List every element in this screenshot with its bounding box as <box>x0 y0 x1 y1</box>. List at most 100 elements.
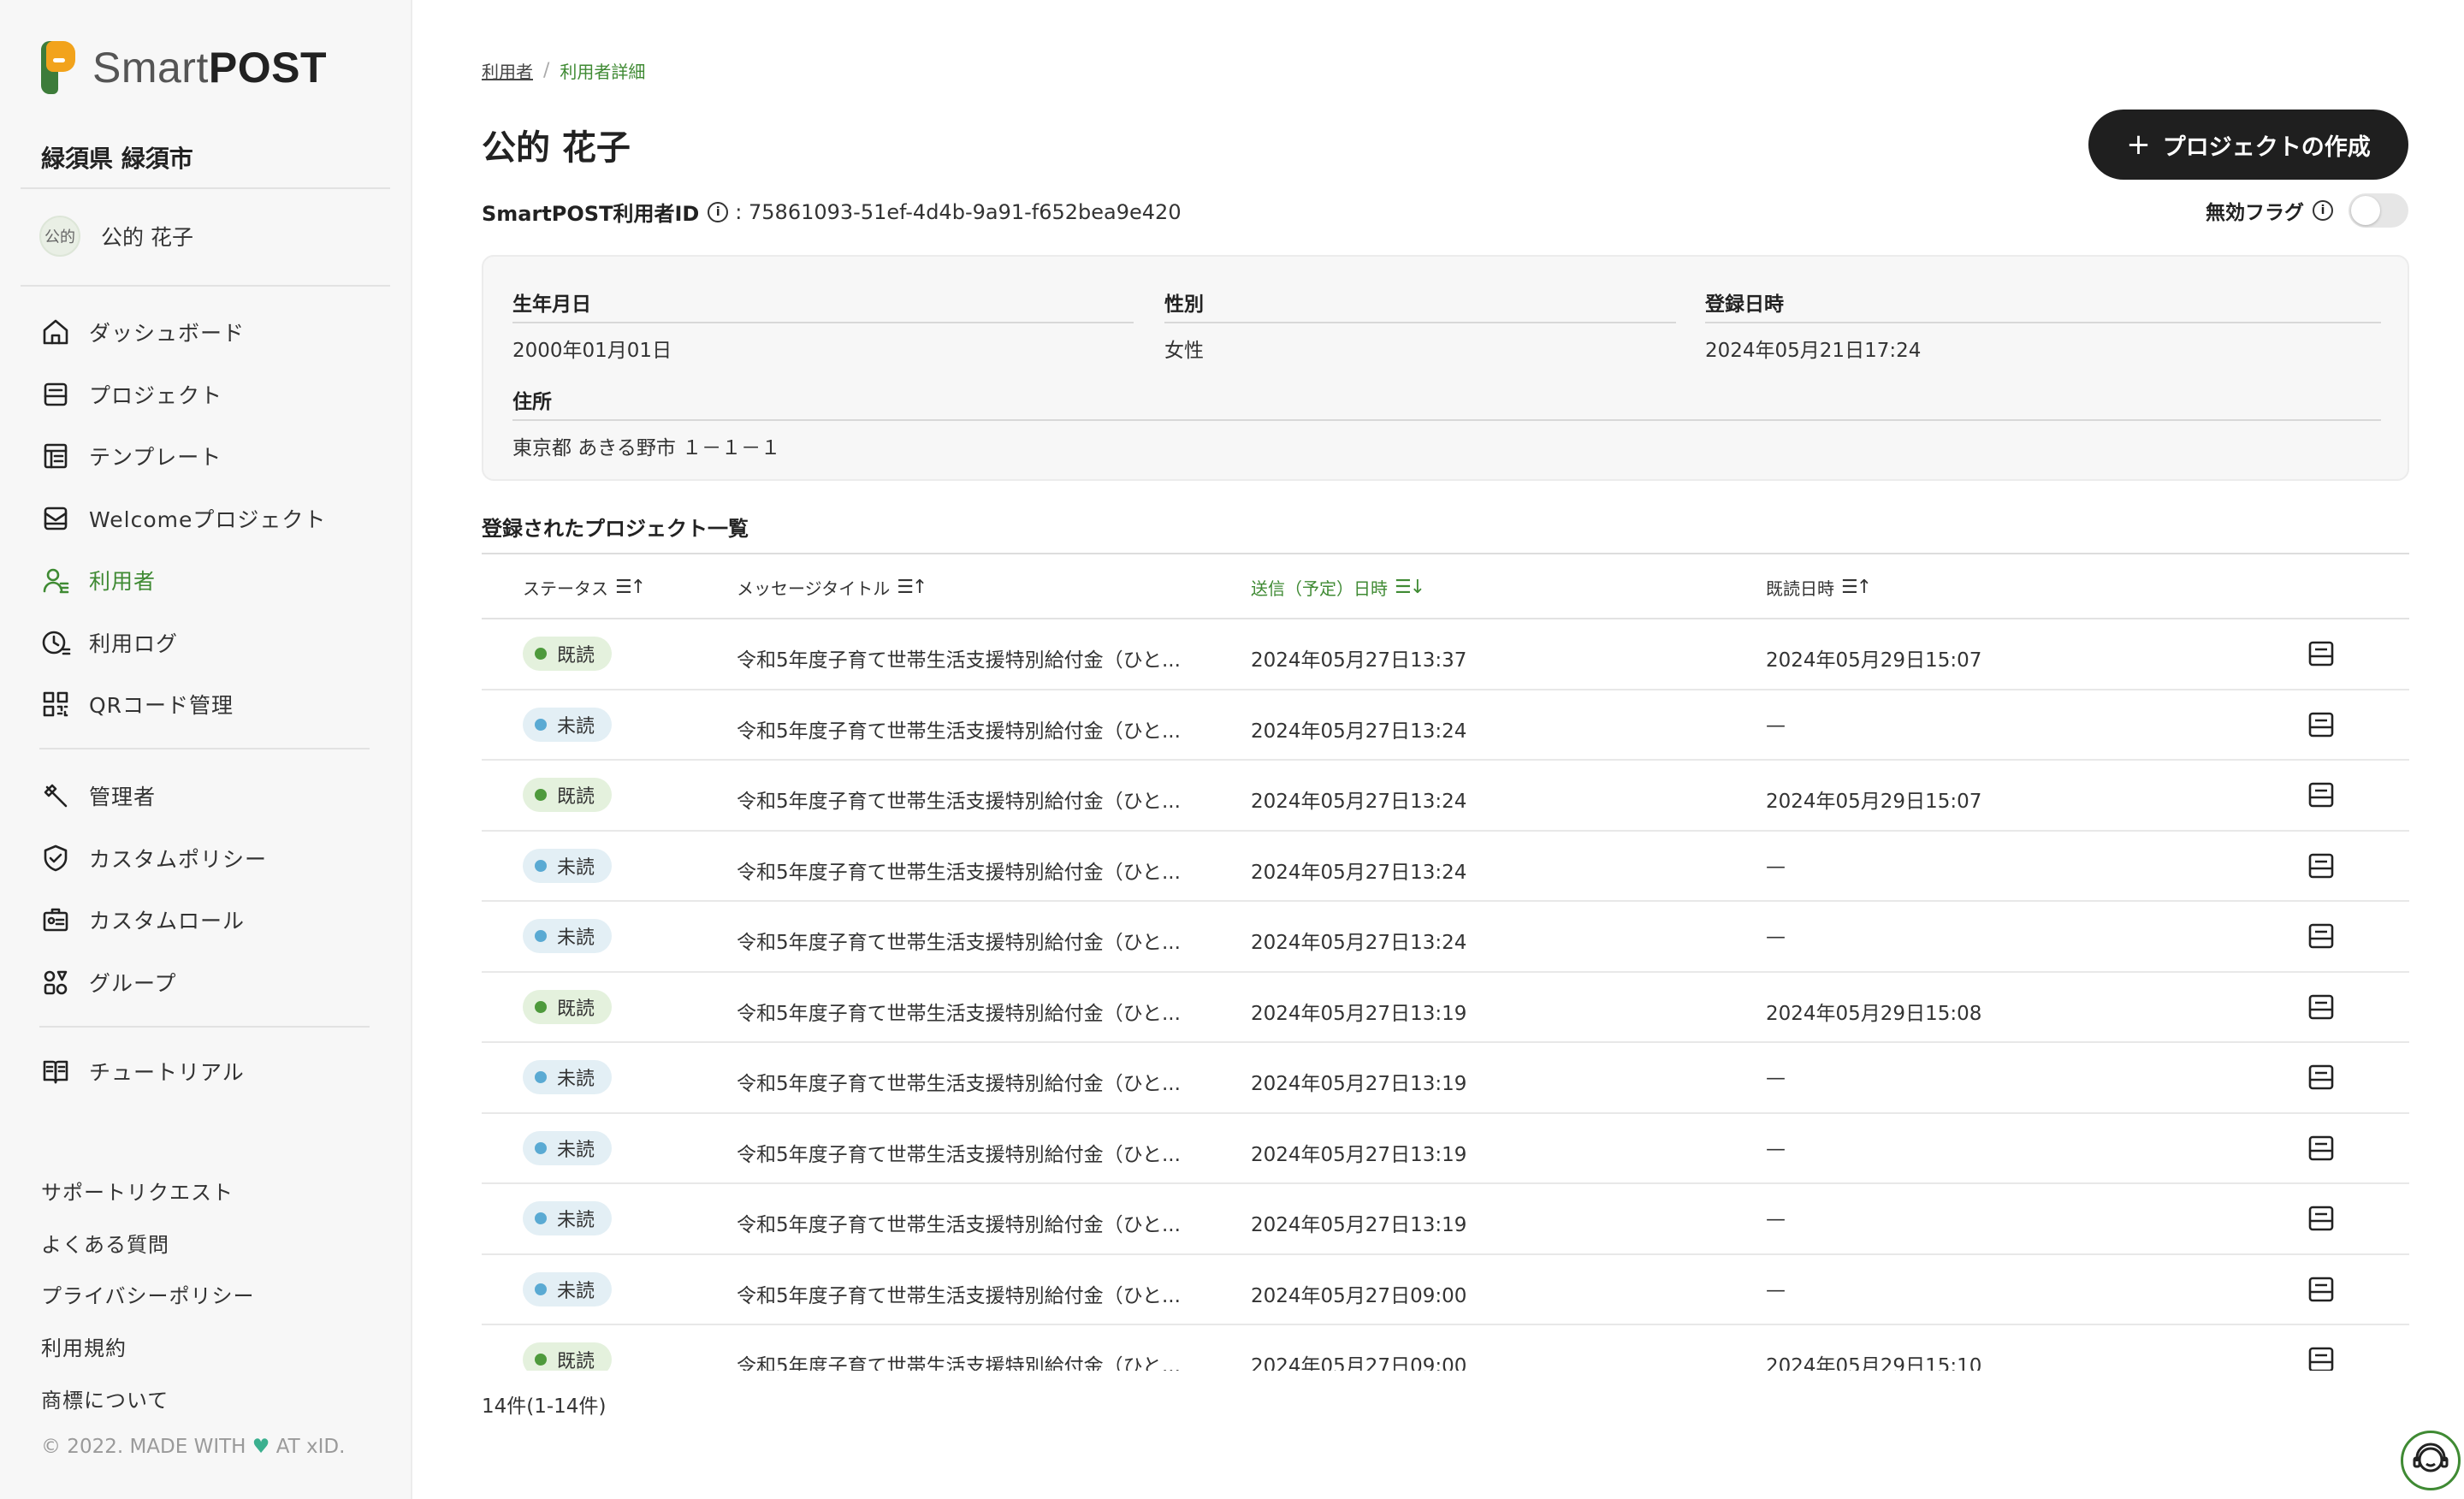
disable-flag-label: 無効フラグ <box>2206 202 2304 224</box>
sent-datetime: 2024年05月27日13:19 <box>1251 1214 1467 1236</box>
sidebar-item-label: Welcomeプロジェクト <box>89 507 327 532</box>
sent-datetime: 2024年05月27日13:24 <box>1251 932 1467 954</box>
disable-flag-toggle[interactable] <box>2348 193 2408 228</box>
smartpost-logo[interactable]: SmartPOST <box>41 41 327 94</box>
sidebar: SmartPOST 緑須県 緑須市 公的 公的 花子 ダッシュボード プロジェク… <box>0 0 412 1499</box>
user-id-value: : 75861093-51ef-4d4b-9a91-f652bea9e420 <box>735 199 1182 224</box>
column-sent[interactable]: 送信（予定）日時 ☰↓ <box>1251 575 1425 600</box>
sidebar-item-label: ダッシュボード <box>89 321 246 346</box>
project-detail-icon[interactable] <box>2306 779 2337 810</box>
project-detail-icon[interactable] <box>2306 1344 2337 1371</box>
message-title: 令和5年度子育て世帯生活支援特別給付金（ひと... <box>737 1214 1181 1236</box>
role-icon <box>39 904 72 936</box>
user-id-row: SmartPOST利用者ID i : 75861093-51ef-4d4b-9a… <box>482 197 1182 227</box>
footer-link[interactable]: よくある質問 <box>41 1228 169 1258</box>
address-field: 住所 東京都 あきる野市 １－１－１ <box>512 385 2381 460</box>
message-title: 令和5年度子育て世帯生活支援特別給付金（ひと... <box>737 1002 1181 1025</box>
project-detail-icon[interactable] <box>2306 1203 2337 1234</box>
footer-link[interactable]: 利用規約 <box>41 1331 127 1361</box>
footer-link[interactable]: サポートリクエスト <box>41 1176 234 1206</box>
table-row[interactable]: 未読 令和5年度子育て世帯生活支援特別給付金（ひと... 2024年05月27日… <box>482 1255 2409 1325</box>
status-badge: 既読 <box>523 637 613 671</box>
sidebar-item-qrcode[interactable]: QRコード管理 <box>39 684 234 725</box>
sidebar-item-home[interactable]: ダッシュボード <box>39 311 245 353</box>
table-row[interactable]: 未読 令和5年度子育て世帯生活支援特別給付金（ひと... 2024年05月27日… <box>482 902 2409 973</box>
table-row[interactable]: 既読 令和5年度子育て世帯生活支援特別給付金（ひと... 2024年05月27日… <box>482 973 2409 1043</box>
table-row[interactable]: 未読 令和5年度子育て世帯生活支援特別給付金（ひと... 2024年05月27日… <box>482 1114 2409 1184</box>
sidebar-item-book[interactable]: チュートリアル <box>39 1051 245 1092</box>
sent-datetime: 2024年05月27日13:24 <box>1251 791 1467 813</box>
project-detail-icon[interactable] <box>2306 709 2337 740</box>
project-detail-icon[interactable] <box>2306 638 2337 669</box>
sent-datetime: 2024年05月27日13:19 <box>1251 1073 1467 1095</box>
user-id-label: SmartPOST利用者ID <box>482 202 700 226</box>
project-detail-icon[interactable] <box>2306 1133 2337 1164</box>
table-row[interactable]: 未読 令和5年度子育て世帯生活支援特別給付金（ひと... 2024年05月27日… <box>482 690 2409 761</box>
logo-mark-icon <box>41 41 75 94</box>
status-dot-icon <box>535 1354 547 1366</box>
template-icon <box>39 440 72 472</box>
footer-link[interactable]: プライバシーポリシー <box>41 1279 255 1309</box>
book-icon <box>39 1055 72 1087</box>
project-detail-icon[interactable] <box>2306 1062 2337 1093</box>
status-dot-icon <box>535 648 547 660</box>
table-row[interactable]: 既読 令和5年度子育て世帯生活支援特別給付金（ひと... 2024年05月27日… <box>482 761 2409 832</box>
message-title: 令和5年度子育て世帯生活支援特別給付金（ひと... <box>737 1073 1181 1095</box>
registered-field: 登録日時 2024年05月21日17:24 <box>1705 287 2381 363</box>
project-detail-icon[interactable] <box>2306 992 2337 1022</box>
breadcrumb-separator: / <box>543 60 550 81</box>
sidebar-item-welcome[interactable]: Welcomeプロジェクト <box>39 498 326 539</box>
sidebar-item-wrench[interactable]: 管理者 <box>39 775 156 816</box>
info-icon[interactable]: i <box>708 201 729 222</box>
column-read-at[interactable]: 既読日時 ☰↑ <box>1766 575 1872 600</box>
divider <box>39 1026 370 1028</box>
sidebar-item-shield[interactable]: カスタムポリシー <box>39 838 267 879</box>
status-badge: 既読 <box>523 778 613 812</box>
current-user[interactable]: 公的 公的 花子 <box>39 216 193 257</box>
logo-text: SmartPOST <box>92 44 327 92</box>
table-row[interactable]: 未読 令和5年度子育て世帯生活支援特別給付金（ひと... 2024年05月27日… <box>482 1184 2409 1255</box>
status-badge: 既読 <box>523 989 613 1024</box>
table-row[interactable]: 未読 令和5年度子育て世帯生活支援特別給付金（ひと... 2024年05月27日… <box>482 832 2409 902</box>
sent-datetime: 2024年05月27日13:24 <box>1251 861 1467 884</box>
breadcrumb-users-link[interactable]: 利用者 <box>482 58 533 83</box>
support-chat-button[interactable] <box>2401 1431 2461 1490</box>
sidebar-item-template[interactable]: テンプレート <box>39 435 222 477</box>
sort-asc-icon: ☰↑ <box>897 577 927 598</box>
message-title: 令和5年度子育て世帯生活支援特別給付金（ひと... <box>737 1284 1181 1307</box>
sidebar-item-users[interactable]: 利用者 <box>39 560 156 601</box>
sidebar-item-label: 管理者 <box>89 785 157 809</box>
column-title[interactable]: メッセージタイトル ☰↑ <box>737 575 927 600</box>
status-dot-icon <box>535 859 547 872</box>
create-project-button[interactable]: + プロジェクトの作成 <box>2088 110 2408 180</box>
info-icon[interactable]: i <box>2313 200 2333 221</box>
sidebar-item-role[interactable]: カスタムロール <box>39 899 245 940</box>
sidebar-item-label: プロジェクト <box>89 382 223 408</box>
copyright: © 2022. MADE WITH ♥ AT xID. <box>41 1436 346 1458</box>
project-detail-icon[interactable] <box>2306 1274 2337 1305</box>
read-datetime: — <box>1766 1208 1786 1230</box>
read-datetime: 2024年05月29日15:10 <box>1766 1355 1982 1371</box>
breadcrumb: 利用者 / 利用者詳細 <box>482 58 645 83</box>
table-row[interactable]: 未読 令和5年度子育て世帯生活支援特別給付金（ひと... 2024年05月27日… <box>482 1043 2409 1114</box>
table-row[interactable]: 既読 令和5年度子育て世帯生活支援特別給付金（ひと... 2024年05月27日… <box>482 1325 2409 1371</box>
disable-flag: 無効フラグ i <box>2206 193 2408 228</box>
plus-icon: + <box>2126 127 2151 162</box>
wrench-icon <box>39 779 72 812</box>
projects-table[interactable]: ステータス ☰↑ メッセージタイトル ☰↑ 送信（予定）日時 ☰↓ 既読日時 ☰↑ 既読… <box>482 553 2409 1371</box>
sent-datetime: 2024年05月27日13:24 <box>1251 720 1467 743</box>
table-row[interactable]: 既読 令和5年度子育て世帯生活支援特別給付金（ひと... 2024年05月27日… <box>482 619 2409 690</box>
birthdate-label: 生年月日 <box>512 287 1134 323</box>
create-project-label: プロジェクトの作成 <box>2162 133 2371 161</box>
column-status[interactable]: ステータス ☰↑ <box>523 575 646 600</box>
project-detail-icon[interactable] <box>2306 850 2337 881</box>
sidebar-item-group[interactable]: グループ <box>39 962 177 1003</box>
current-user-name: 公的 花子 <box>101 225 193 250</box>
status-dot-icon <box>535 1071 547 1083</box>
sidebar-item-project[interactable]: プロジェクト <box>39 374 222 415</box>
sort-asc-icon: ☰↑ <box>1841 577 1872 598</box>
read-datetime: — <box>1766 1067 1786 1089</box>
sidebar-item-log[interactable]: 利用ログ <box>39 622 178 663</box>
project-detail-icon[interactable] <box>2306 921 2337 951</box>
footer-link[interactable]: 商標について <box>41 1383 169 1413</box>
